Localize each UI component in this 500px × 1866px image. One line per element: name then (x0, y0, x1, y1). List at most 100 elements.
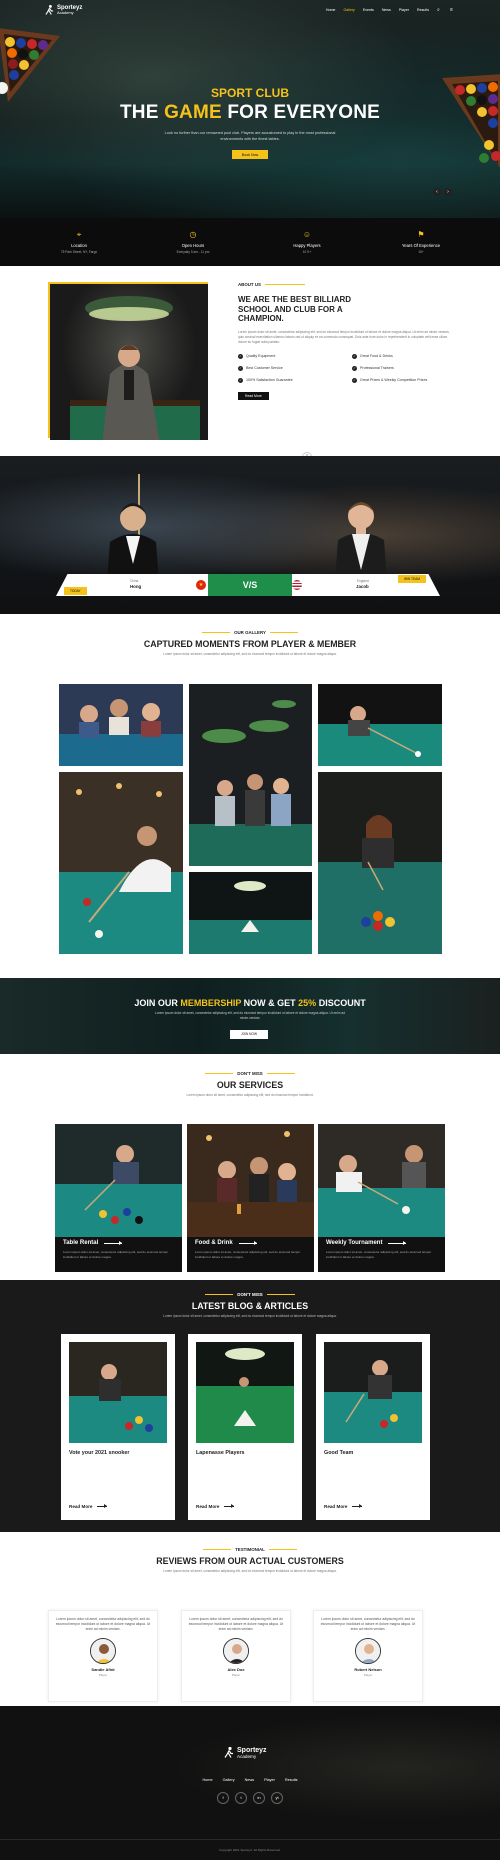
service-card-table-rental[interactable]: Table Rental Lorem ipsum dolor sit amet,… (55, 1124, 182, 1272)
read-more-text: Read More (196, 1504, 220, 1509)
menu-item-news[interactable]: News (382, 8, 391, 12)
blog-subtitle: Lorem ipsum dolor sit amet, consectetur … (163, 1314, 337, 1318)
brand-logo[interactable]: Sporteyz Academy (45, 4, 82, 16)
service-name-text: Weekly Tournament (326, 1240, 383, 1246)
arrow-right-icon (238, 1240, 257, 1245)
twitter-icon[interactable]: t (235, 1792, 247, 1804)
service-name: Weekly Tournament (326, 1240, 407, 1246)
blog-image (69, 1342, 167, 1443)
service-card-food-drink[interactable]: Food & Drink Lorem ipsum dolor sit amet,… (187, 1124, 314, 1272)
avatar (223, 1638, 249, 1664)
location-icon: ⌖ (76, 230, 82, 239)
player-logo-icon (224, 1746, 233, 1758)
kicker-divider (269, 631, 298, 634)
hero-subtitle: Look no further than our renowned pool c… (164, 131, 336, 141)
menu-item-home[interactable]: Home (326, 8, 336, 12)
about-kicker: ABOUT US (238, 282, 456, 287)
arrow-right-icon (351, 1504, 362, 1508)
blog-card[interactable]: Good Team Read More (316, 1334, 430, 1520)
gallery-kicker: OUR GALLERY (0, 630, 500, 635)
gallery-kicker-text: OUR GALLERY (234, 630, 266, 635)
read-more-link[interactable]: Read More (324, 1504, 362, 1509)
versus-label: V/S (208, 574, 292, 596)
brand-sub: Academy (57, 10, 74, 15)
testimonial-role: Player (98, 1673, 108, 1677)
service-card-weekly-tournament[interactable]: Weekly Tournament Lorem ipsum dolor sit … (318, 1124, 445, 1272)
gallery-image-2[interactable] (189, 684, 312, 866)
menu-item-player[interactable]: Player (399, 8, 409, 12)
versus-section: TODAY China Hong ★ V/S England Jacob WIN T… (0, 456, 500, 614)
arrow-right-icon (96, 1504, 107, 1508)
menu-item-results[interactable]: Results (417, 8, 429, 12)
info-experience: ⚑ Years Of Experience 15+ (382, 230, 460, 254)
menu-item-events[interactable]: Events (363, 8, 374, 12)
search-icon[interactable]: ⌕ (437, 7, 442, 13)
footer-divider (0, 1839, 500, 1840)
blog-header: DON'T MISS LATEST BLOG & ARTICLES Lorem … (0, 1280, 500, 1319)
menu-item-gallery[interactable]: Gallery (343, 8, 354, 12)
feature-label: 100% Satisfaction Guarantee (246, 378, 293, 382)
services-kicker: DON'T MISS (0, 1071, 500, 1076)
testimonial-quote: Lorem ipsum dolor sit amet, consectetur … (55, 1617, 151, 1631)
kicker-divider (268, 1548, 297, 1551)
footer-logo[interactable]: Sporteyz Academy (224, 1746, 267, 1759)
left-player-country: China (130, 579, 139, 583)
footer-link-news[interactable]: News (245, 1778, 255, 1782)
read-more-text: Read More (69, 1504, 93, 1509)
footer-link-player[interactable]: Player (264, 1778, 275, 1782)
membership-discount: 25% (298, 998, 317, 1008)
prev-slide-icon[interactable]: ‹ (433, 188, 441, 196)
facebook-icon[interactable]: f (217, 1792, 229, 1804)
player-photo-graphic (70, 296, 200, 440)
feature-item: ✓ Professional Trainers (352, 365, 456, 371)
join-now-button[interactable]: JOIN NOW (230, 1030, 268, 1039)
feature-label: Great Prizes & Weekly Competition Prizes (360, 378, 428, 382)
membership-title-post: DISCOUNT (316, 998, 366, 1008)
next-slide-icon[interactable]: › (444, 188, 452, 196)
avatar-graphic (224, 1639, 248, 1663)
gallery-image-4[interactable] (59, 772, 183, 954)
gallery-image-1[interactable] (59, 684, 183, 766)
gallery-image-6[interactable] (318, 772, 442, 954)
gallery-section: OUR GALLERY CAPTURED MOMENTS FROM PLAYER… (0, 614, 500, 978)
book-now-button[interactable]: Book Now (231, 150, 269, 159)
testimonials-subtitle: Lorem ipsum dolor sit amet, consectetur … (163, 1569, 337, 1573)
read-more-link[interactable]: Read More (69, 1504, 107, 1509)
testimonial-card: Lorem ipsum dolor sit amet, consectetur … (313, 1610, 423, 1702)
youtube-icon[interactable]: yt (271, 1792, 283, 1804)
blog-card[interactable]: Vote your 2021 snooker Read More (61, 1334, 175, 1520)
arrow-right-icon (223, 1504, 234, 1508)
about-paragraph: Lorem ipsum dolor sit amet, consectetur … (238, 329, 450, 344)
feature-label: Quality Equipment (246, 354, 276, 358)
footer-link-results[interactable]: Results (285, 1778, 298, 1782)
blog-section: DON'T MISS LATEST BLOG & ARTICLES Lorem … (0, 1280, 500, 1532)
read-more-link[interactable]: Read More (196, 1504, 234, 1509)
kicker-divider (205, 1072, 234, 1075)
gallery-image-3[interactable] (318, 684, 442, 766)
check-icon: ✓ (238, 353, 243, 359)
blog-card[interactable]: Lapenasse Players Read More (188, 1334, 302, 1520)
menu-toggle-icon[interactable]: ≡ (450, 7, 455, 13)
gallery-image-5[interactable] (189, 872, 312, 954)
testimonials-kicker: TESTIMONIAL (0, 1547, 500, 1552)
testimonial-name: Sandie Afint (91, 1667, 115, 1672)
membership-subtitle: Lorem ipsum dolor sit amet, consectetur … (155, 1011, 345, 1020)
win-team-badge: WIN TEAM (398, 575, 426, 583)
blog-image (196, 1342, 294, 1443)
right-player-country: England (357, 579, 369, 583)
clock-icon: ◷ (189, 230, 197, 239)
testimonial-card: Lorem ipsum dolor sit amet, consectetur … (181, 1610, 291, 1702)
smile-icon: ☺ (302, 230, 312, 239)
footer-link-gallery[interactable]: Gallery (223, 1778, 235, 1782)
service-image (55, 1124, 182, 1237)
today-badge: TODAY (64, 587, 87, 595)
read-more-button[interactable]: Read More (238, 391, 269, 400)
footer-link-home[interactable]: Home (202, 1778, 212, 1782)
player-logo-icon (45, 4, 54, 15)
hero-title-highlight: GAME (164, 102, 222, 123)
testimonials-header: TESTIMONIAL REVIEWS FROM OUR ACTUAL CUST… (0, 1532, 500, 1574)
service-image (318, 1124, 445, 1237)
linkedin-icon[interactable]: in (253, 1792, 265, 1804)
testimonial-quote: Lorem ipsum dolor sit amet, consectetur … (320, 1617, 416, 1631)
service-name-text: Food & Drink (195, 1240, 233, 1246)
